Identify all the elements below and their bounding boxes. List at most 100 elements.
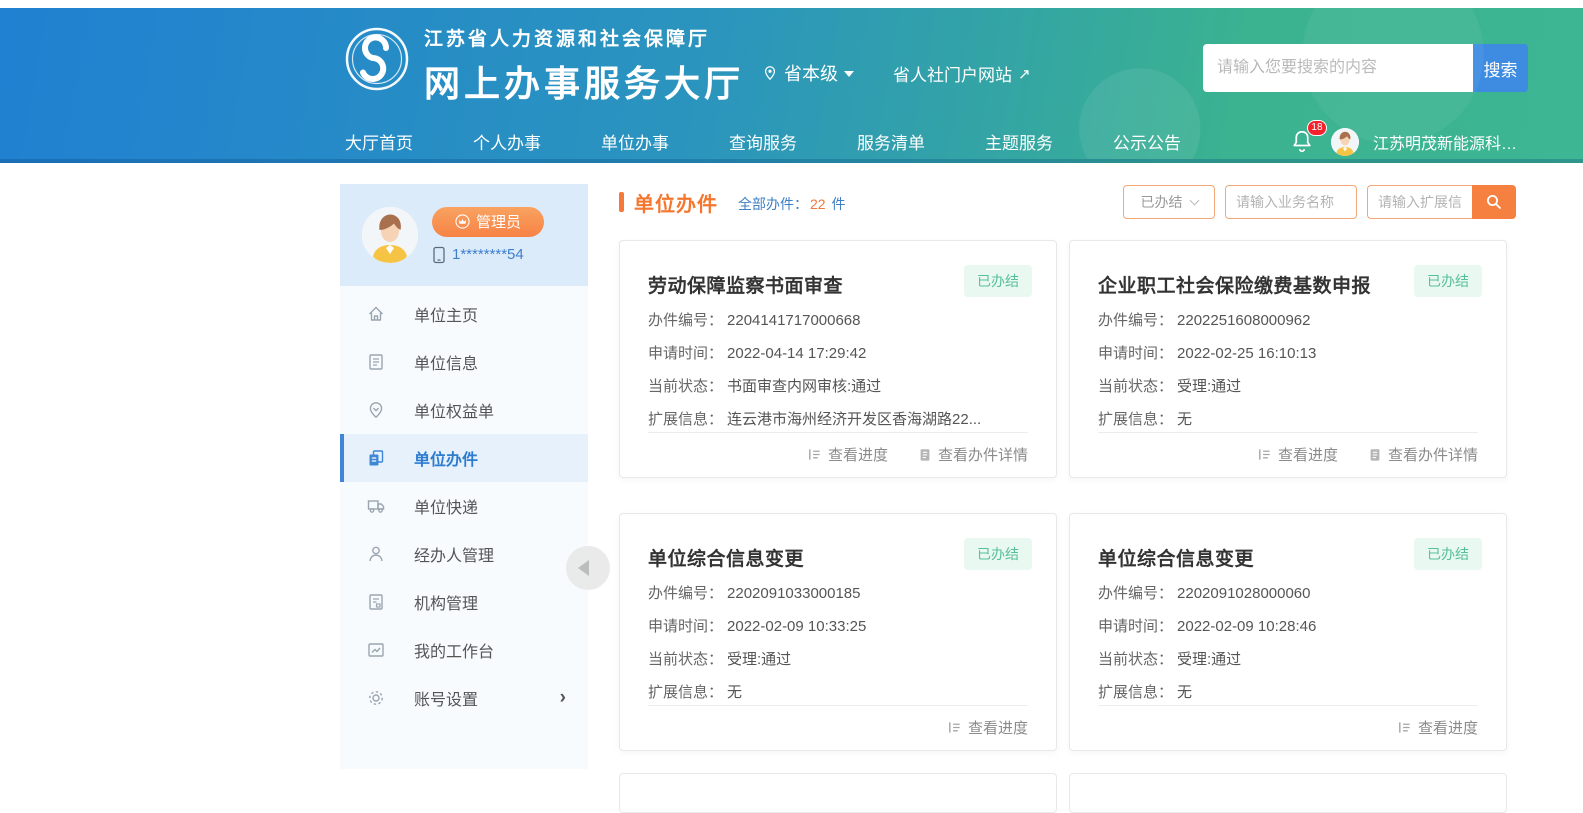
apply-time-row: 申请时间：2022-04-14 17:29:42 — [648, 344, 1028, 364]
notification-bell[interactable]: 18 — [1289, 128, 1317, 156]
field-label: 扩展信息： — [1098, 683, 1173, 703]
card-partial — [619, 773, 1057, 813]
sidebar-collapse-toggle[interactable] — [566, 546, 610, 590]
field-label: 申请时间： — [1098, 344, 1173, 364]
banner: 江苏省人力资源和社会保障厅 网上办事服务大厅 省本级 省人社门户网站 ↗ 搜索 — [0, 8, 1583, 120]
sidebar: 管理员 1********54 单位主页 单位信息 — [340, 184, 588, 769]
ext-info-row: 扩展信息：无 — [1098, 410, 1478, 430]
field-label: 扩展信息： — [1098, 410, 1173, 430]
view-detail-link[interactable]: 查看办件详情 — [1368, 444, 1478, 465]
field-label: 申请时间： — [648, 344, 723, 364]
view-detail-link[interactable]: 查看办件详情 — [918, 444, 1028, 465]
card-divider — [1098, 705, 1478, 706]
badge-pin-icon — [366, 400, 386, 420]
progress-list-icon — [1257, 447, 1272, 462]
sidebar-item-label: 我的工作台 — [414, 638, 494, 662]
user-icon — [366, 544, 386, 564]
nav-item-announcement[interactable]: 公示公告 — [1113, 129, 1181, 154]
field-label: 办件编号： — [648, 584, 723, 604]
file-gear-icon — [366, 592, 386, 612]
total-unit: 件 — [831, 196, 845, 212]
location-pin-icon — [762, 64, 778, 82]
sidebar-item-label: 单位信息 — [414, 350, 478, 374]
nav-item-home[interactable]: 大厅首页 — [345, 129, 413, 154]
apply-time: 2022-04-14 17:29:42 — [727, 344, 866, 364]
org-name: 江苏省人力资源和社会保障厅 — [424, 24, 744, 51]
profile-info: 管理员 1********54 — [432, 207, 544, 264]
business-name-input[interactable] — [1225, 185, 1357, 219]
region-label: 省本级 — [784, 60, 838, 86]
profile-card: 管理员 1********54 — [340, 184, 588, 286]
sidebar-item-agent-management[interactable]: 经办人管理 — [340, 530, 588, 578]
current-status: 书面审查内网审核:通过 — [727, 377, 881, 397]
field-label: 当前状态： — [648, 377, 723, 397]
sidebar-item-org-management[interactable]: 机构管理 — [340, 578, 588, 626]
nav-item-personal[interactable]: 个人办事 — [473, 129, 541, 154]
nav-item-theme[interactable]: 主题服务 — [985, 129, 1053, 154]
file-list-icon — [366, 352, 386, 372]
portal-link[interactable]: 省人社门户网站 ↗ — [893, 61, 1031, 86]
sidebar-item-unit-express[interactable]: 单位快递 — [340, 482, 588, 530]
company-name[interactable]: 江苏明茂新能源科… — [1373, 130, 1517, 154]
status-badge: 已办结 — [964, 538, 1032, 570]
view-progress-label: 查看进度 — [968, 717, 1028, 738]
avatar[interactable] — [1331, 128, 1359, 156]
current-status: 受理:通过 — [727, 650, 791, 670]
gear-icon — [366, 688, 386, 708]
card-partial — [1069, 773, 1507, 813]
sidebar-item-my-workbench[interactable]: 我的工作台 — [340, 626, 588, 674]
status-filter-dropdown[interactable]: 已办结 — [1123, 185, 1215, 219]
progress-list-icon — [1397, 720, 1412, 735]
sidebar-item-account-settings[interactable]: 账号设置 › — [340, 674, 588, 722]
case-number-row: 办件编号：2202251608000962 — [1098, 311, 1478, 331]
filter-search-button[interactable] — [1472, 185, 1516, 219]
title-block: 江苏省人力资源和社会保障厅 网上办事服务大厅 — [424, 24, 744, 107]
case-number-row: 办件编号：2202091028000060 — [1098, 584, 1478, 604]
ext-info-input[interactable] — [1367, 185, 1472, 219]
sidebar-item-unit-home[interactable]: 单位主页 — [340, 290, 588, 338]
nav-item-company[interactable]: 单位办事 — [601, 129, 669, 154]
ext-info: 无 — [727, 683, 742, 703]
field-label: 扩展信息： — [648, 410, 723, 430]
view-progress-link[interactable]: 查看进度 — [1257, 444, 1338, 465]
view-detail-label: 查看办件详情 — [938, 444, 1028, 465]
crown-icon — [455, 214, 470, 229]
card-divider — [1098, 432, 1478, 433]
sidebar-menu: 单位主页 单位信息 单位权益单 单位办件 单位快递 — [340, 286, 588, 722]
view-progress-link[interactable]: 查看进度 — [1397, 717, 1478, 738]
role-badge-label: 管理员 — [476, 211, 521, 232]
view-progress-link[interactable]: 查看进度 — [947, 717, 1028, 738]
avatar-icon — [1331, 128, 1359, 156]
case-card: 劳动保障监察书面审查 已办结 办件编号：2204141717000668 申请时… — [619, 240, 1057, 478]
ext-info-row: 扩展信息：无 — [1098, 683, 1478, 703]
sidebar-item-unit-cases[interactable]: 单位办件 — [340, 434, 588, 482]
sidebar-item-label: 账号设置 — [414, 686, 478, 710]
apply-time: 2022-02-25 16:10:13 — [1177, 344, 1316, 364]
apply-time: 2022-02-09 10:28:46 — [1177, 617, 1316, 637]
sidebar-item-unit-rights[interactable]: 单位权益单 — [340, 386, 588, 434]
current-status-row: 当前状态：书面审查内网审核:通过 — [648, 377, 1028, 397]
sidebar-item-label: 单位快递 — [414, 494, 478, 518]
case-card: 单位综合信息变更 已办结 办件编号：2202091028000060 申请时间：… — [1069, 513, 1507, 751]
status-badge: 已办结 — [1414, 538, 1482, 570]
sidebar-item-unit-info[interactable]: 单位信息 — [340, 338, 588, 386]
notification-count-badge: 18 — [1307, 120, 1327, 136]
section-header: 单位办件 全部办件：22 件 已办结 — [619, 184, 1516, 220]
search-button[interactable]: 搜索 — [1473, 44, 1528, 92]
field-label: 申请时间： — [648, 617, 723, 637]
nav-item-query[interactable]: 查询服务 — [729, 129, 797, 154]
copy-files-icon — [366, 448, 386, 468]
detail-clipboard-icon — [1368, 447, 1382, 462]
view-detail-label: 查看办件详情 — [1388, 444, 1478, 465]
view-progress-link[interactable]: 查看进度 — [807, 444, 888, 465]
case-number: 2202091028000060 — [1177, 584, 1310, 604]
field-label: 办件编号： — [1098, 584, 1173, 604]
detail-clipboard-icon — [918, 447, 932, 462]
card-divider — [648, 432, 1028, 433]
search-input[interactable] — [1203, 44, 1473, 92]
sidebar-item-label: 单位权益单 — [414, 398, 494, 422]
filter-bar: 已办结 — [1123, 185, 1516, 219]
sidebar-item-label: 单位办件 — [414, 446, 478, 470]
nav-item-service-list[interactable]: 服务清单 — [857, 129, 925, 154]
region-selector[interactable]: 省本级 — [762, 60, 854, 86]
